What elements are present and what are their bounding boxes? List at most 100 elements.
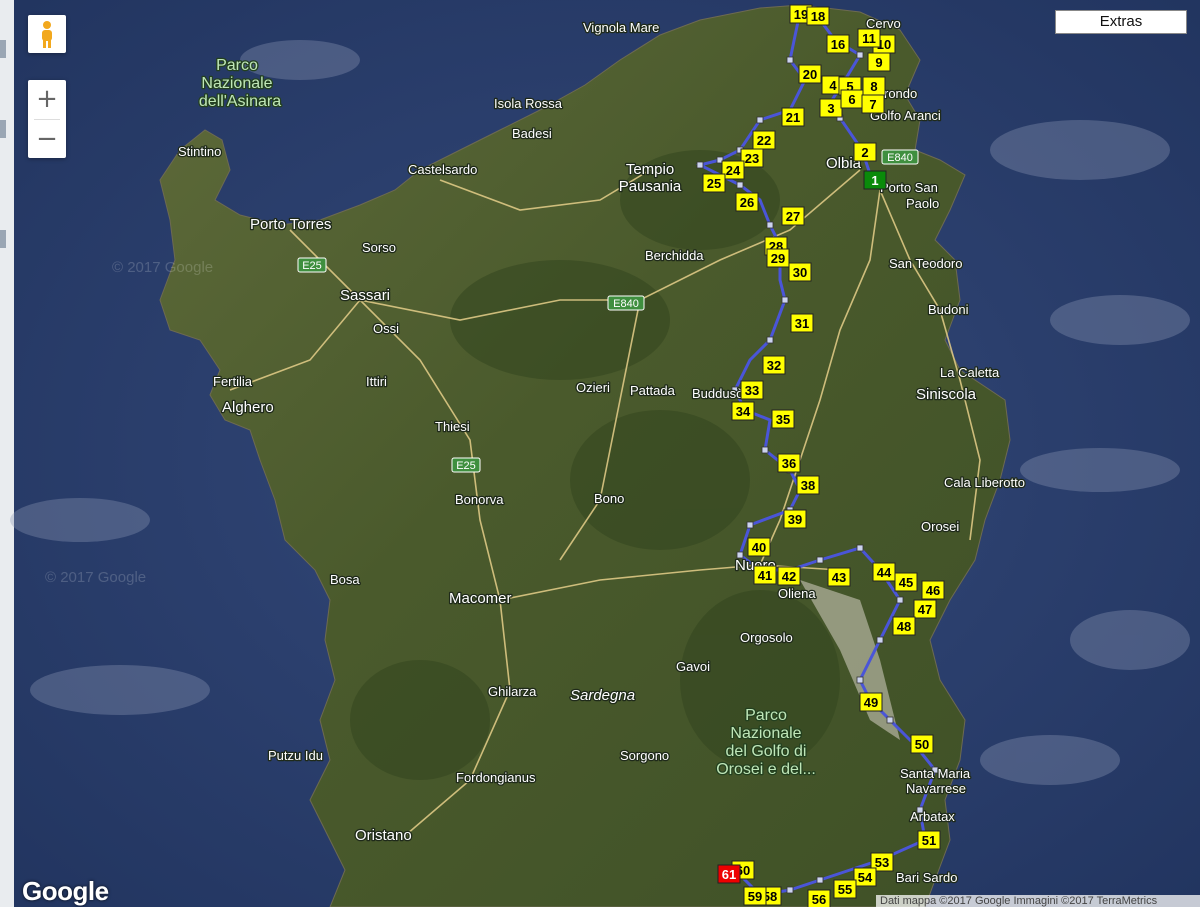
route-marker-6[interactable]: 6 [840, 89, 864, 109]
label-parco-orosei: Orosei e del... [716, 761, 816, 778]
label-fertilia: Fertilia [213, 374, 253, 389]
google-logo: Google [22, 876, 109, 906]
extras-button[interactable]: Extras [1055, 10, 1187, 34]
route-marker-33[interactable]: 33 [740, 380, 764, 400]
route-marker-label: 27 [786, 209, 800, 224]
route-waypoint [766, 221, 774, 229]
route-waypoint [756, 116, 764, 124]
route-waypoint [786, 886, 794, 894]
route-marker-42[interactable]: 42 [777, 566, 801, 586]
route-waypoint [696, 161, 704, 169]
label-san-teodoro: San Teodoro [889, 256, 963, 271]
route-marker-27[interactable]: 27 [781, 206, 805, 226]
route-marker-label: 25 [707, 176, 721, 191]
route-marker-8[interactable]: 8 [862, 76, 886, 96]
route-marker-55[interactable]: 55 [833, 879, 857, 899]
route-marker-39[interactable]: 39 [783, 509, 807, 529]
route-marker-11[interactable]: 11 [857, 28, 881, 48]
route-marker-29[interactable]: 29 [766, 248, 790, 268]
label-sorgono: Sorgono [620, 748, 669, 763]
label-ittiri: Ittiri [366, 374, 387, 389]
route-waypoint [896, 596, 904, 604]
route-marker-34[interactable]: 34 [731, 401, 755, 421]
route-marker-label: 47 [918, 602, 932, 617]
route-marker-label: 24 [726, 163, 741, 178]
route-waypoint [746, 521, 754, 529]
route-marker-51[interactable]: 51 [917, 830, 941, 850]
route-marker-30[interactable]: 30 [788, 262, 812, 282]
route-marker-45[interactable]: 45 [894, 572, 918, 592]
route-marker-22[interactable]: 22 [752, 130, 776, 150]
route-marker-35[interactable]: 35 [771, 409, 795, 429]
route-marker-50[interactable]: 50 [910, 734, 934, 754]
map-attribution[interactable]: Dati mappa ©2017 Google Immagini ©2017 T… [876, 895, 1200, 907]
label-porto-torres: Porto Torres [250, 216, 331, 233]
route-marker-44[interactable]: 44 [872, 562, 896, 582]
label-tempio: Pausania [619, 178, 682, 195]
label-sorso: Sorso [362, 240, 396, 255]
route-marker-label: 7 [869, 97, 876, 112]
route-marker-47[interactable]: 47 [913, 599, 937, 619]
zoom-out-button[interactable]: − [28, 120, 66, 158]
label-porto-san-paolo: Porto San [880, 180, 938, 195]
route-marker-59[interactable]: 59 [743, 886, 767, 906]
route-marker-2[interactable]: 2 [853, 142, 877, 162]
route-marker-3[interactable]: 3 [819, 98, 843, 118]
pegman-icon [42, 21, 52, 48]
label-sardegna: Sardegna [570, 687, 635, 704]
label-parco-asinara: Nazionale [201, 75, 272, 92]
route-marker-label: 32 [767, 358, 781, 373]
route-marker-41[interactable]: 41 [753, 565, 777, 585]
route-marker-21[interactable]: 21 [781, 107, 805, 127]
label-santa-maria: Navarrese [906, 781, 966, 796]
label-thiesi: Thiesi [435, 419, 470, 434]
route-marker-25[interactable]: 25 [702, 173, 726, 193]
label-tempio: Tempio [626, 161, 674, 178]
shield-e840: E840 [881, 149, 919, 165]
route-marker-label: 48 [897, 619, 911, 634]
svg-text:E25: E25 [302, 260, 322, 272]
route-marker-label: 33 [745, 383, 759, 398]
watermark: © 2017 Google [45, 569, 146, 586]
route-marker-26[interactable]: 26 [735, 192, 759, 212]
route-marker-label: 9 [875, 55, 882, 70]
route-marker-7[interactable]: 7 [861, 94, 885, 114]
label-oristano: Oristano [355, 827, 412, 844]
route-marker-1[interactable]: 1 [863, 170, 887, 190]
route-marker-label: 40 [752, 540, 766, 555]
label-parco-asinara: dell'Asinara [199, 93, 281, 110]
street-view-pegman[interactable] [28, 15, 66, 53]
route-marker-54[interactable]: 54 [853, 867, 877, 887]
route-marker-38[interactable]: 38 [796, 475, 820, 495]
route-marker-56[interactable]: 56 [807, 889, 831, 907]
route-marker-32[interactable]: 32 [762, 355, 786, 375]
label-parco-orosei: Nazionale [730, 725, 801, 742]
route-marker-20[interactable]: 20 [798, 64, 822, 84]
route-marker-49[interactable]: 49 [859, 692, 883, 712]
route-marker-61[interactable]: 61 [717, 864, 741, 884]
label-castelsardo: Castelsardo [408, 162, 477, 177]
route-marker-9[interactable]: 9 [867, 52, 891, 72]
route-marker-label: 26 [740, 195, 754, 210]
label-gavoi: Gavoi [676, 659, 710, 674]
watermark: © 2017 Google [112, 259, 213, 276]
route-marker-40[interactable]: 40 [747, 537, 771, 557]
route-marker-43[interactable]: 43 [827, 567, 851, 587]
label-orosei: Orosei [921, 519, 959, 534]
label-ossi: Ossi [373, 321, 399, 336]
route-marker-label: 61 [722, 867, 736, 882]
route-marker-36[interactable]: 36 [777, 453, 801, 473]
svg-text:E840: E840 [887, 152, 913, 164]
route-marker-46[interactable]: 46 [921, 580, 945, 600]
route-marker-label: 29 [771, 251, 785, 266]
shield-e25: E25 [297, 257, 327, 273]
route-marker-16[interactable]: 16 [826, 34, 850, 54]
route-marker-31[interactable]: 31 [790, 313, 814, 333]
satellite-map[interactable]: Parco Nazionale dell'Asinara Stintino Po… [0, 0, 1200, 907]
label-bono: Bono [594, 491, 624, 506]
route-marker-18[interactable]: 18 [806, 6, 830, 26]
route-marker-label: 21 [786, 110, 800, 125]
zoom-in-button[interactable]: + [28, 80, 66, 118]
route-marker-label: 3 [827, 101, 834, 116]
route-marker-48[interactable]: 48 [892, 616, 916, 636]
